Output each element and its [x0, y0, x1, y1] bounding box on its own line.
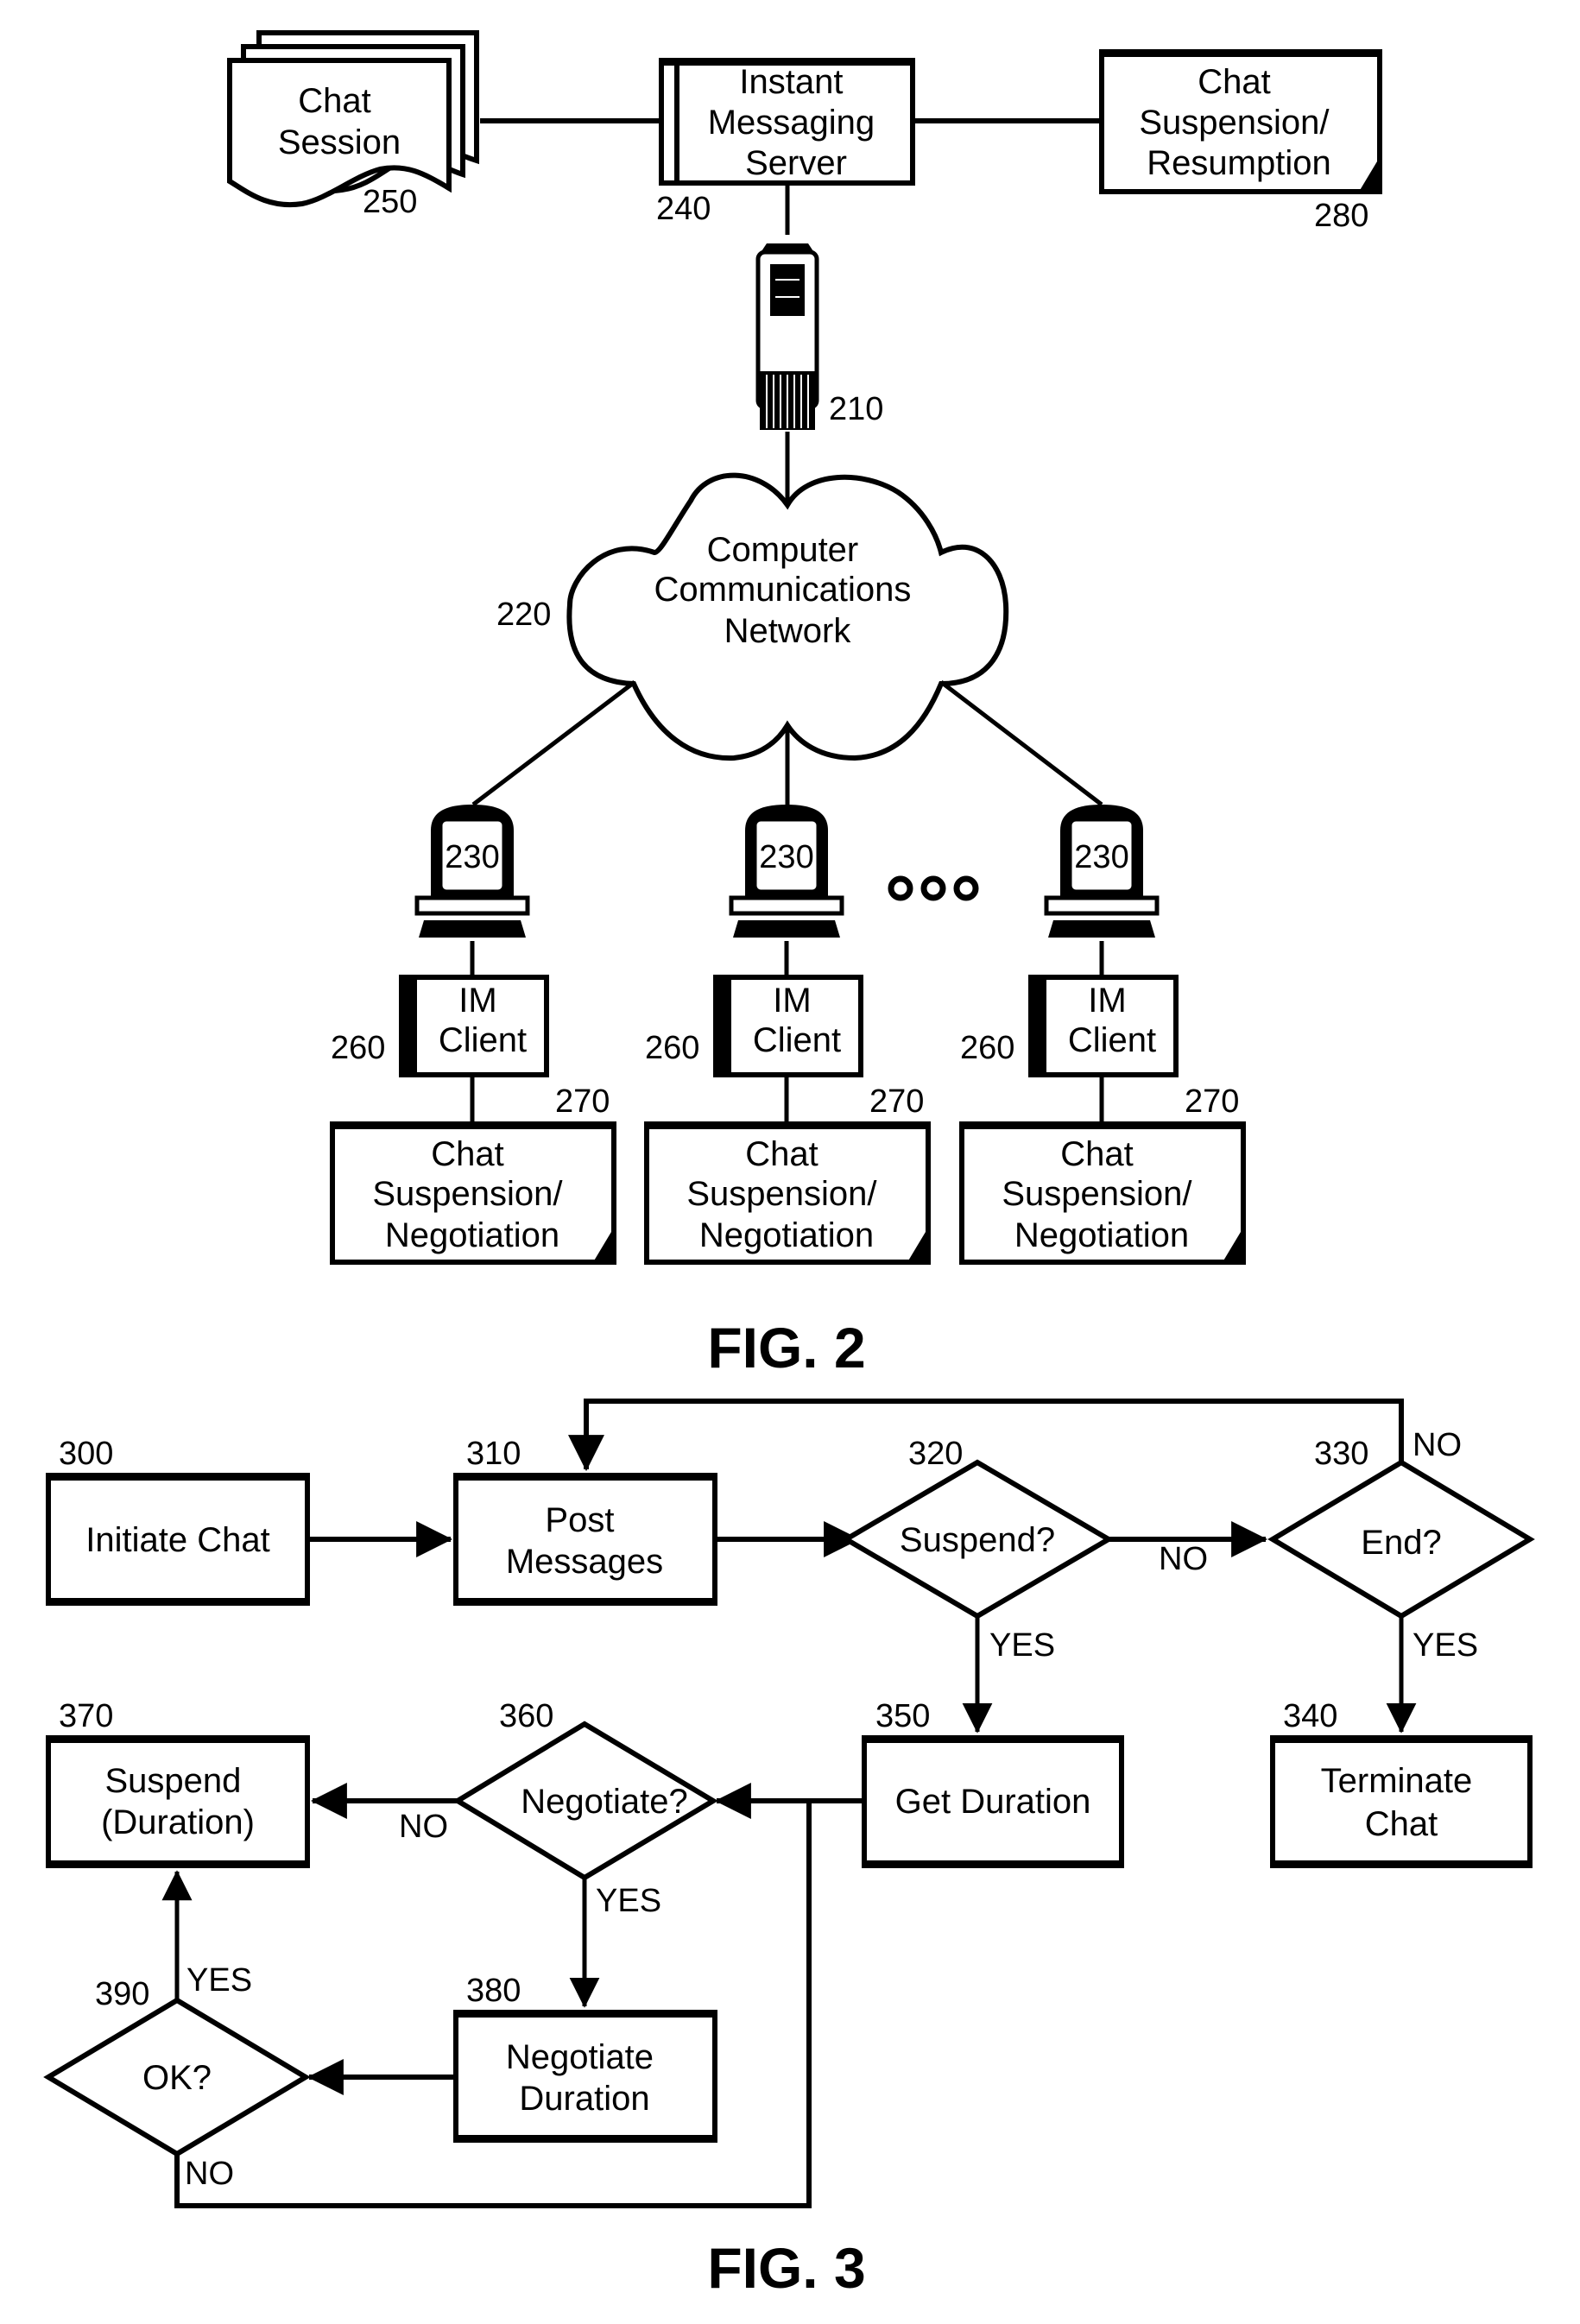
ref-210: 210 [829, 391, 883, 427]
ref-230: 230 [445, 839, 499, 875]
ref-260: 260 [960, 1030, 1014, 1066]
patent-figures: Chat Session 250 Instant Messaging Serve… [43, 30, 1535, 2300]
label-ok-yes: YES [186, 1962, 252, 1999]
step-370: Suspend (Duration) 370 [46, 1698, 310, 1868]
ref-390: 390 [95, 1976, 149, 2012]
step-350-label: Get Duration [895, 1783, 1091, 1821]
server-suspension-module: Chat Suspension/ Resumption 280 [1099, 49, 1382, 234]
ref-300: 300 [59, 1436, 113, 1472]
ref-260: 260 [645, 1030, 699, 1066]
computer-icon: 230 [729, 805, 844, 938]
network-cloud: Computer Communications Network 220 [496, 472, 1009, 761]
client-column-3: 230 IM Client 260 Chat Suspension/ Negot… [959, 805, 1246, 1265]
arrow-330-no-loop [568, 1399, 1404, 1472]
decision-360-label: Negotiate? [521, 1783, 687, 1821]
im-client-box: IM Client [713, 975, 863, 1077]
label-ok-no: NO [185, 2156, 234, 2192]
computer-icon: 230 [1044, 805, 1160, 938]
server-tower-icon: 210 [755, 243, 883, 430]
computer-icon: 230 [414, 805, 530, 938]
label-negotiate-yes: YES [596, 1883, 661, 1919]
ref-270: 270 [1185, 1083, 1239, 1120]
label-end-no: NO [1413, 1427, 1462, 1463]
ref-270: 270 [555, 1083, 610, 1120]
decision-320-label: Suspend? [900, 1521, 1055, 1559]
decision-360: Negotiate? 360 [452, 1698, 718, 1881]
connector-network-client-1 [471, 680, 636, 806]
ref-340: 340 [1283, 1698, 1337, 1734]
client-suspension-module: Chat Suspension/ Negotiation [330, 1121, 616, 1265]
ellipsis-icon [888, 875, 979, 901]
im-client-box: IM Client [399, 975, 549, 1077]
ref-380: 380 [466, 1973, 521, 2009]
connector-network-client-3 [939, 680, 1103, 806]
client-column-1: 230 IM Client 260 Chat Suspension/ Negot… [330, 805, 616, 1265]
ref-230: 230 [1074, 839, 1128, 875]
decision-320: Suspend? 320 [841, 1436, 1114, 1620]
ref-240: 240 [656, 191, 711, 227]
step-350: Get Duration 350 [862, 1698, 1124, 1868]
label-suspend-yes: YES [989, 1627, 1055, 1664]
im-server-box: Instant Messaging Server 240 [656, 58, 915, 227]
decision-330: End? 330 [1267, 1436, 1535, 1620]
fig2: Chat Session 250 Instant Messaging Serve… [227, 30, 1382, 1380]
decision-390-label: OK? [142, 2059, 212, 2097]
decision-330-label: End? [1361, 1524, 1441, 1562]
client-suspension-module: Chat Suspension/ Negotiation [644, 1121, 931, 1265]
ref-230: 230 [759, 839, 813, 875]
chat-session-documents: Chat Session 250 [227, 30, 479, 220]
ref-270: 270 [869, 1083, 924, 1120]
fig2-title: FIG. 2 [707, 1316, 865, 1380]
step-300-label: Initiate Chat [85, 1521, 269, 1559]
client-column-2: 230 IM Client 260 Chat Suspension/ Negot… [644, 805, 931, 1265]
label-negotiate-no: NO [399, 1809, 448, 1845]
label-suspend-no: NO [1159, 1541, 1208, 1577]
fig3: Initiate Chat 300 Post Messages 310 Susp… [43, 1399, 1535, 2300]
ref-280: 280 [1314, 198, 1368, 234]
ref-320: 320 [908, 1436, 963, 1472]
ref-360: 360 [499, 1698, 553, 1734]
ref-220: 220 [496, 597, 551, 633]
im-client-box: IM Client [1028, 975, 1179, 1077]
client-suspension-module: Chat Suspension/ Negotiation [959, 1121, 1246, 1265]
ref-260: 260 [331, 1030, 385, 1066]
fig3-title: FIG. 3 [707, 2236, 865, 2300]
ref-370: 370 [59, 1698, 113, 1734]
step-300: Initiate Chat 300 [46, 1436, 310, 1606]
decision-390: OK? 390 [43, 1976, 311, 2157]
ref-250: 250 [363, 184, 417, 220]
ref-350: 350 [875, 1698, 930, 1734]
ref-330: 330 [1314, 1436, 1368, 1472]
ref-310: 310 [466, 1436, 521, 1472]
label-end-yes: YES [1413, 1627, 1478, 1664]
